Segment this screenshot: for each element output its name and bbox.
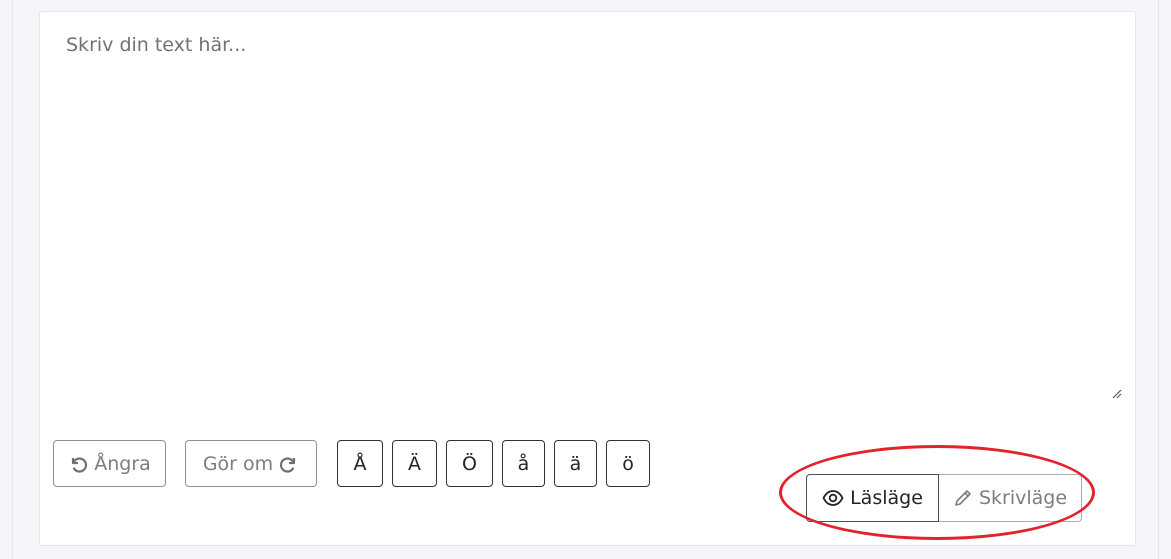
- char-button-o-umlaut[interactable]: ö: [606, 440, 650, 487]
- mode-toggle-group: Läsläge Skrivläge: [806, 474, 1082, 522]
- pencil-icon: [955, 490, 971, 506]
- read-mode-label: Läsläge: [850, 487, 923, 509]
- resize-grip-icon[interactable]: [1112, 389, 1122, 399]
- redo-button[interactable]: Gör om: [185, 440, 317, 487]
- char-button-a-ring[interactable]: å: [502, 440, 545, 487]
- page-divider-right: [1158, 0, 1159, 559]
- char-button-A-umlaut[interactable]: Ä: [392, 440, 437, 487]
- redo-icon: [280, 456, 296, 473]
- char-button-A-ring[interactable]: Å: [337, 440, 383, 487]
- char-button-a-umlaut[interactable]: ä: [554, 440, 597, 487]
- text-editor[interactable]: Skriv din text här...: [41, 13, 1134, 403]
- write-mode-label: Skrivläge: [978, 487, 1068, 509]
- undo-label: Ångra: [94, 452, 151, 475]
- read-mode-button[interactable]: Läsläge: [806, 474, 939, 522]
- eye-icon: [822, 490, 844, 506]
- char-button-O-umlaut[interactable]: Ö: [446, 440, 493, 487]
- editor-placeholder: Skriv din text här...: [66, 34, 247, 56]
- redo-label: Gör om: [202, 452, 274, 475]
- write-mode-button[interactable]: Skrivläge: [939, 474, 1082, 522]
- undo-button[interactable]: Ångra: [53, 440, 166, 487]
- undo-icon: [72, 456, 88, 473]
- page-divider-left: [12, 0, 13, 559]
